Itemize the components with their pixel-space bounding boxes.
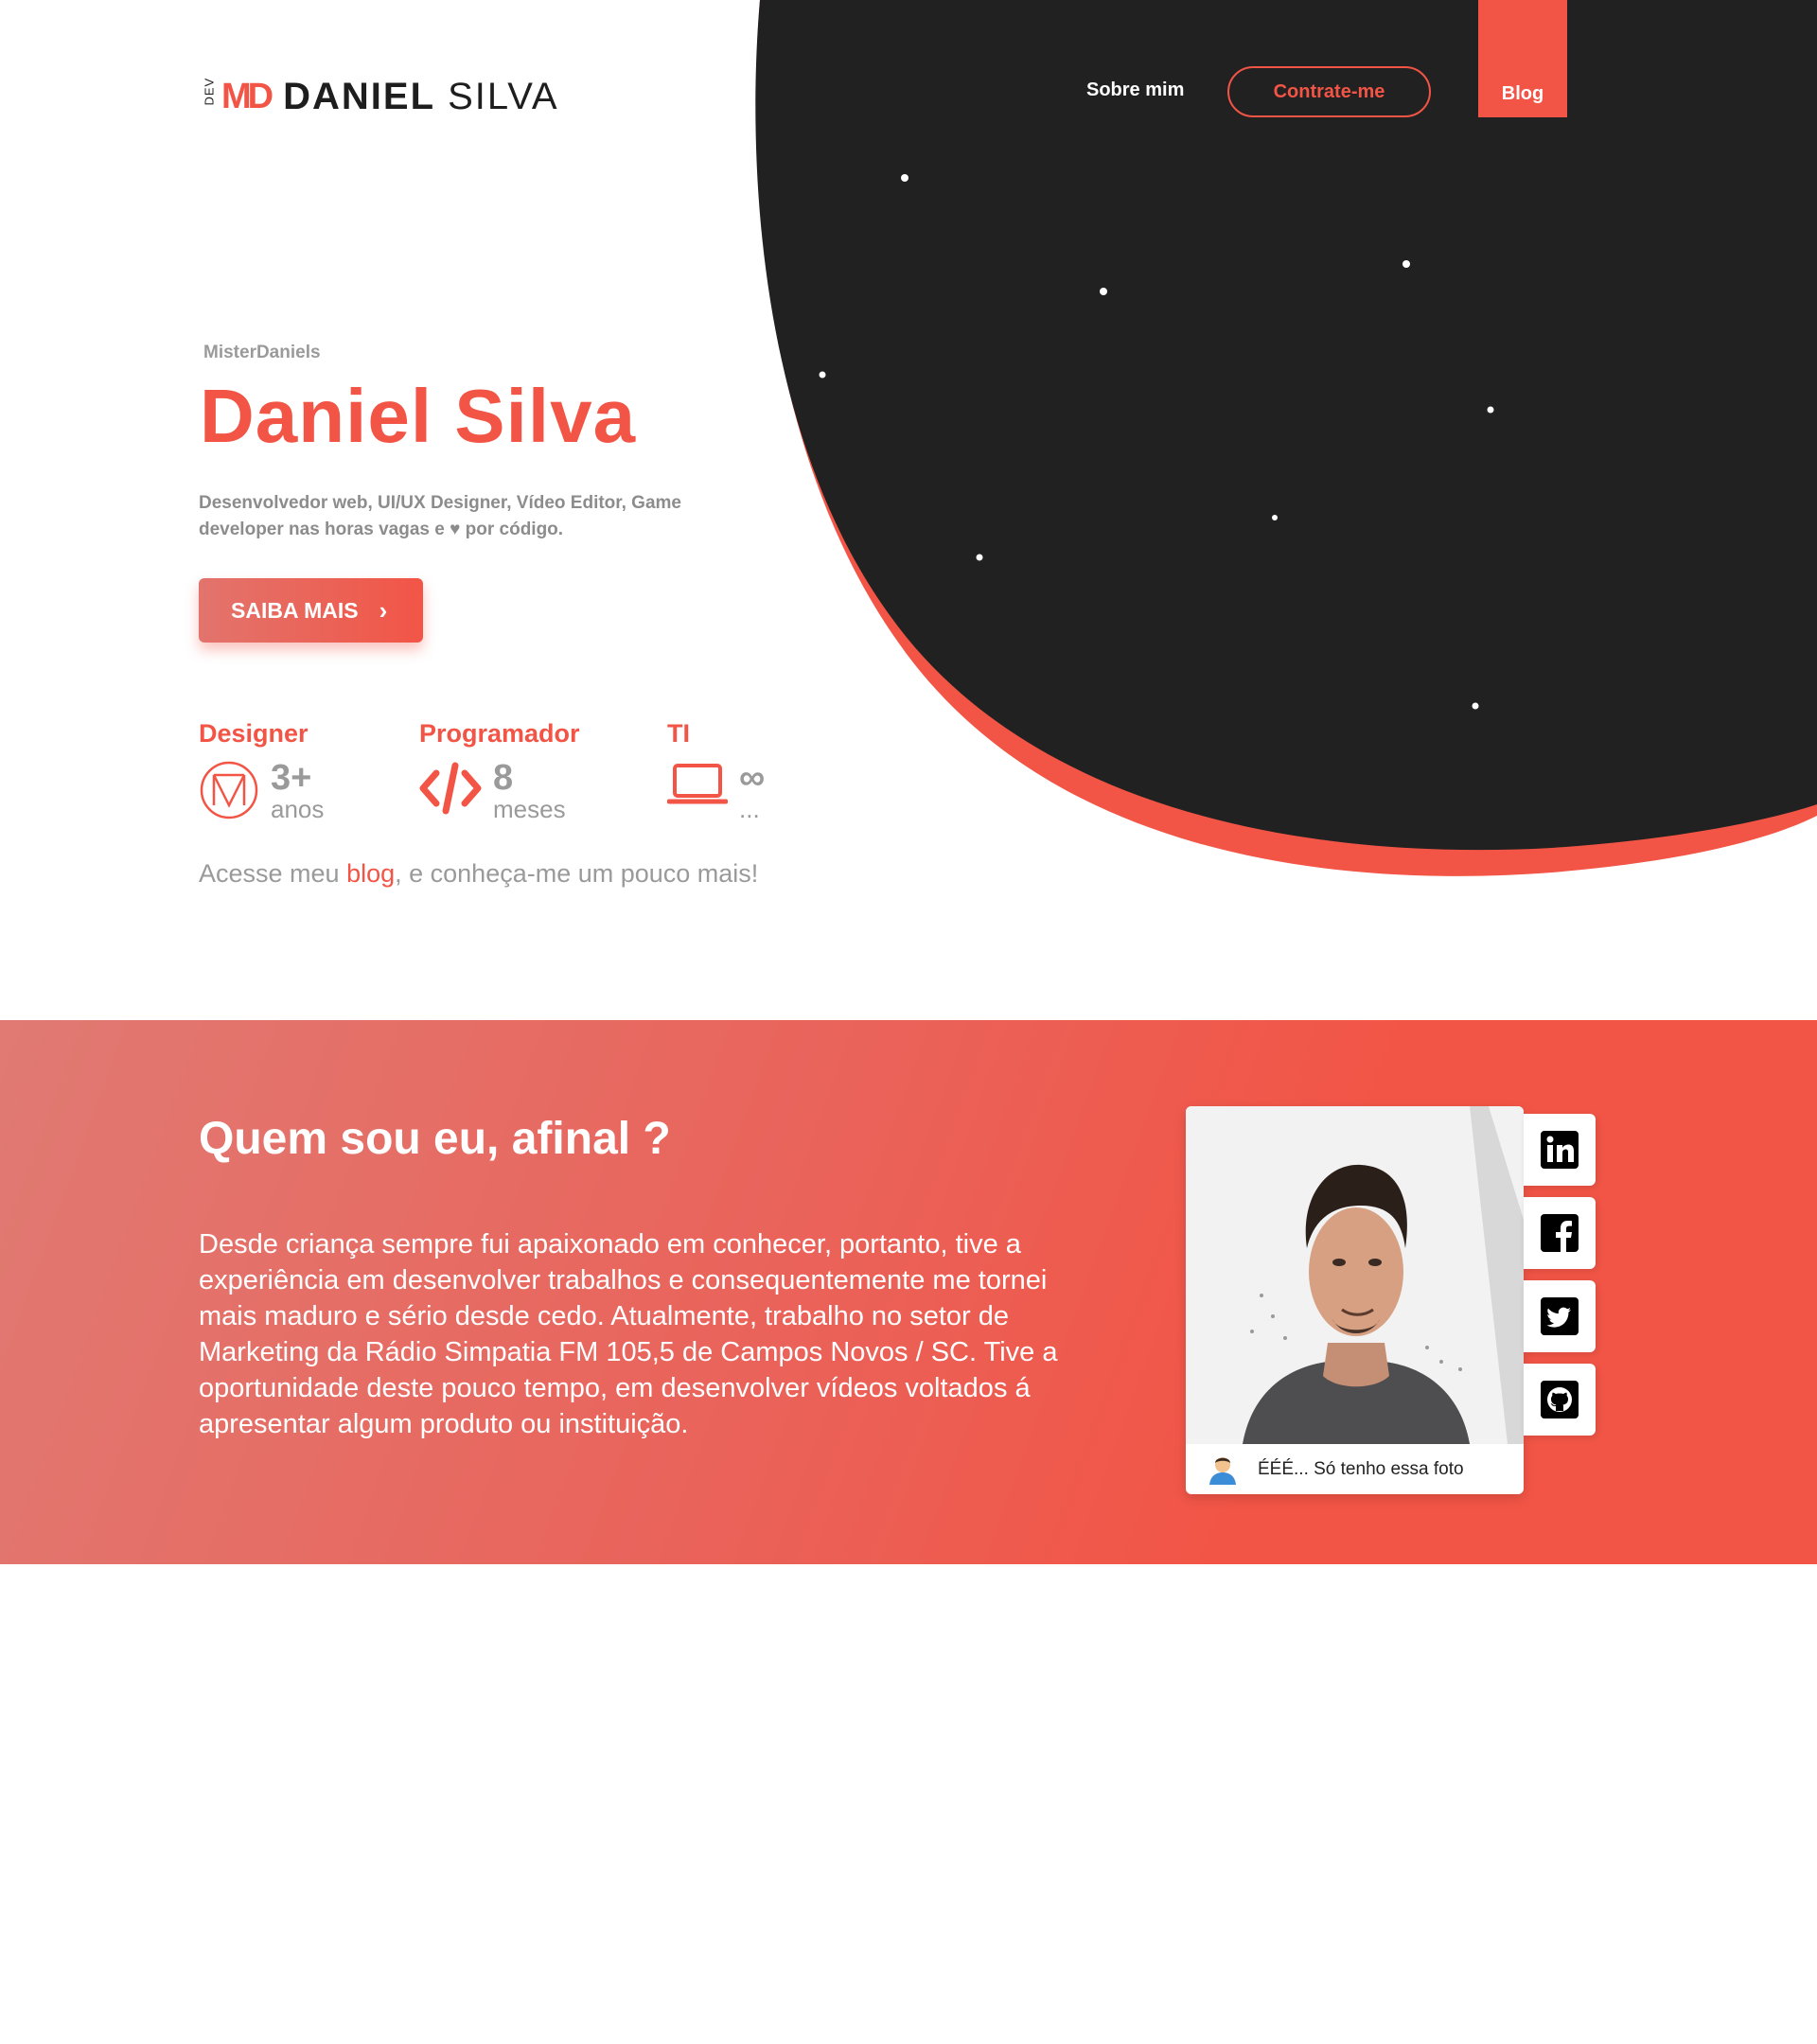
hero-section: DEV MD DANIEL SILVA Sobre mim Contrate-m… (0, 0, 1817, 1020)
brand-logo[interactable]: DEV MD DANIEL SILVA (201, 70, 559, 123)
saiba-mais-label: SAIBA MAIS (231, 597, 359, 623)
stat-unit: anos (271, 795, 325, 823)
about-text: Desde criança sempre fui apaixonado em c… (199, 1229, 1058, 1439)
about-section: Quem sou eu, afinal ? Desde criança semp… (0, 1020, 1817, 1564)
about-title: Quem sou eu, afinal ? (199, 1114, 671, 1164)
blog-invite-before: Acesse meu (199, 859, 347, 888)
logo-first-name: DANIEL (283, 75, 435, 117)
blog-invite-after: , e conheça-me um pouco mais! (395, 859, 759, 888)
stat-value: 3+ (271, 758, 312, 798)
logo-monogram: MD (221, 76, 273, 116)
stat-value: 8 (493, 758, 514, 798)
github-link[interactable] (1524, 1364, 1596, 1436)
twitter-icon (1541, 1297, 1579, 1335)
stat-designer: Designer 3+ anos (199, 719, 324, 822)
logo-last-name: SILVA (448, 75, 559, 117)
profile-photo (1186, 1106, 1524, 1444)
stat-label: Programador (419, 719, 580, 748)
facebook-icon (1541, 1214, 1579, 1252)
logo-m-icon (200, 761, 258, 819)
code-icon (419, 762, 482, 815)
logo-name: DANIEL SILVA (283, 76, 558, 118)
profile-photo-card: ÉÉÉ... Só tenho essa foto (1186, 1106, 1524, 1494)
logo-dev-label: DEV (202, 77, 217, 105)
chevron-right-icon: › (379, 595, 388, 625)
stat-unit: meses (493, 795, 566, 823)
laptop-icon (667, 764, 728, 804)
stat-unit: ... (739, 795, 760, 823)
stat-programador: Programador 8 meses (419, 719, 580, 822)
github-icon (1541, 1381, 1579, 1418)
hero-handle: MisterDaniels (203, 343, 321, 362)
stat-label: Designer (199, 719, 309, 748)
hero-description: Desenvolvedor web, UI/UX Designer, Vídeo… (199, 493, 681, 539)
stat-value: ∞ (739, 758, 766, 798)
saiba-mais-button[interactable]: SAIBA MAIS › (199, 578, 423, 643)
stat-ti: TI ∞ ... (667, 719, 765, 822)
blog-invite: Acesse meu blog, e conheça-me um pouco m… (199, 859, 758, 889)
person-emoji-icon (1209, 1456, 1236, 1485)
blog-inline-link[interactable]: blog (346, 859, 395, 888)
nav-hire-button[interactable]: Contrate-me (1227, 66, 1431, 117)
stat-label: TI (667, 719, 690, 748)
linkedin-link[interactable] (1524, 1114, 1596, 1186)
hero-title: Daniel Silva (200, 374, 637, 458)
nav-about-link[interactable]: Sobre mim (1086, 79, 1184, 101)
photo-caption: ÉÉÉ... Só tenho essa foto (1186, 1444, 1524, 1494)
linkedin-icon (1541, 1131, 1579, 1169)
photo-caption-text: ÉÉÉ... Só tenho essa foto (1258, 1458, 1464, 1479)
facebook-link[interactable] (1524, 1197, 1596, 1269)
twitter-link[interactable] (1524, 1280, 1596, 1352)
nav-blog-tab[interactable]: Blog (1478, 0, 1567, 117)
